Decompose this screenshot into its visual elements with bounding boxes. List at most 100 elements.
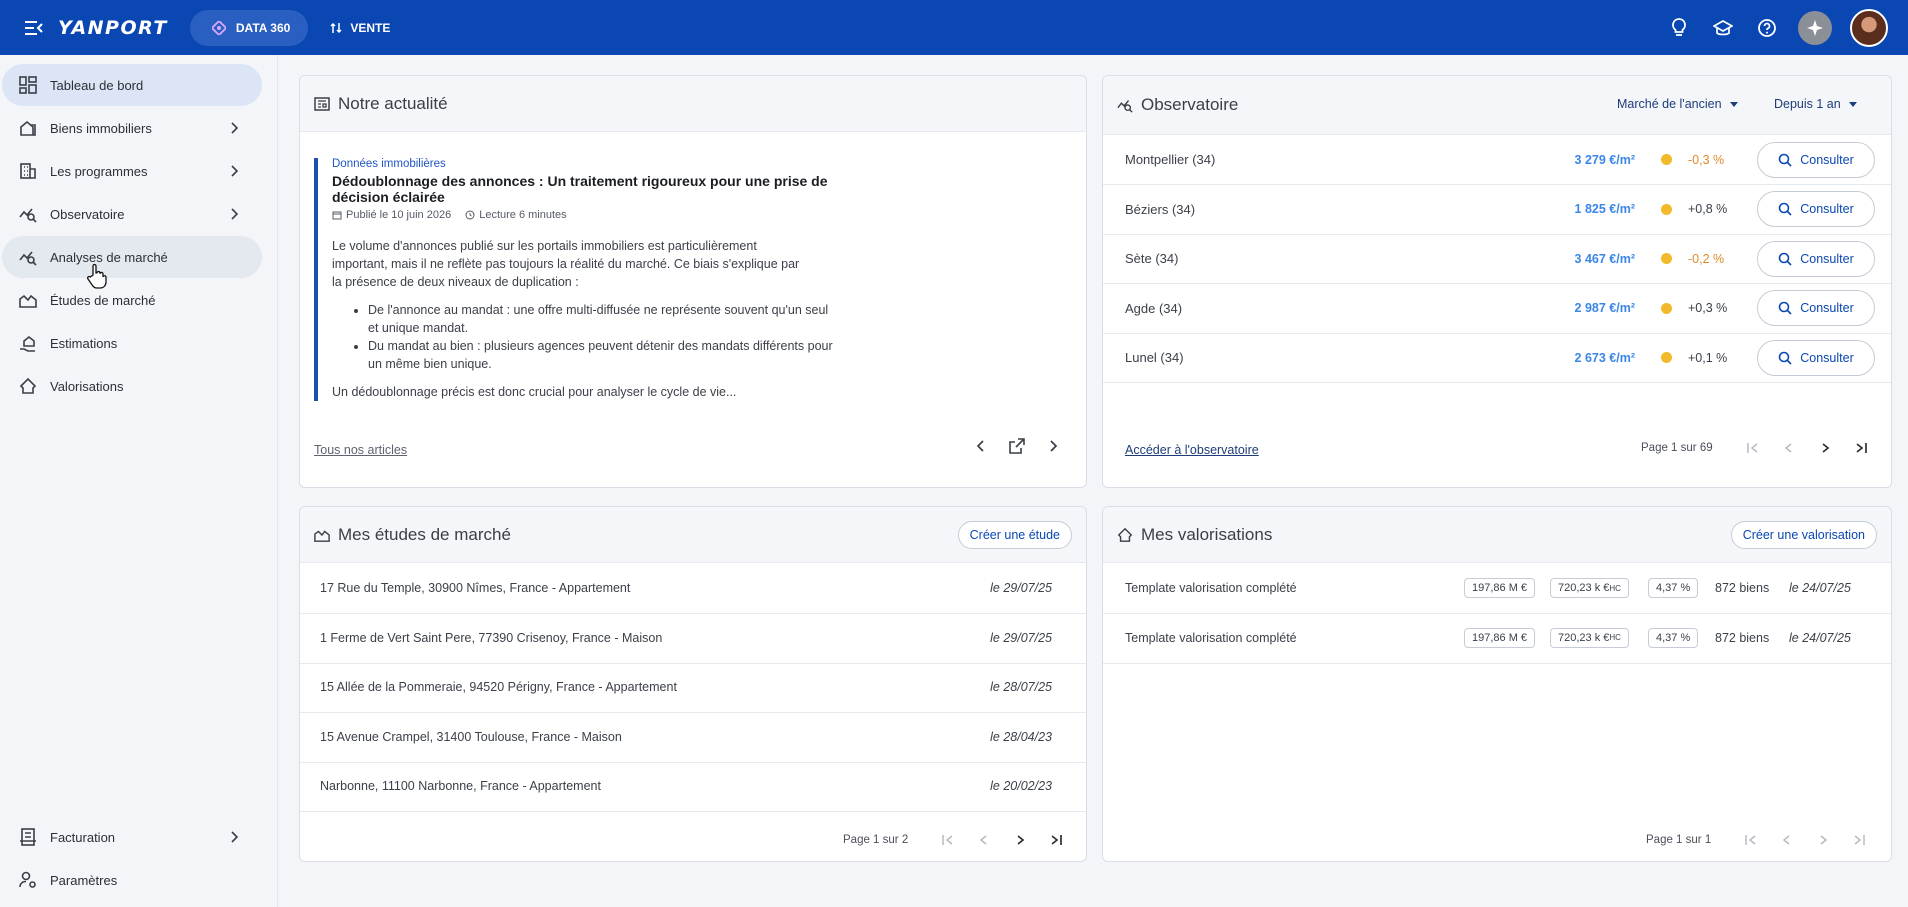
news-article[interactable]: Données immobilières Dédoublonnage des a…	[314, 158, 844, 401]
consult-button[interactable]: Consulter	[1757, 141, 1875, 178]
period-filter-value: Depuis 1 an	[1774, 97, 1841, 111]
study-address: 17 Rue du Temple, 30900 Nîmes, France - …	[320, 581, 631, 595]
price-per-m2: 2 673 €/m²	[1574, 350, 1635, 365]
sidebar-item-etudes-de-marche[interactable]: Études de marché	[2, 279, 262, 321]
sidebar-item-facturation[interactable]: Facturation	[2, 816, 262, 858]
study-row[interactable]: Narbonne, 11100 Narbonne, France - Appar…	[300, 762, 1086, 812]
prev-page-icon[interactable]	[1779, 438, 1799, 458]
study-address: 1 Ferme de Vert Saint Pere, 77390 Crisen…	[320, 630, 663, 645]
last-page-icon[interactable]	[1851, 438, 1871, 458]
sidebar-item-tableau-de-bord[interactable]: Tableau de bord	[2, 64, 262, 106]
sidebar: Tableau de bord Biens immobiliers Les pr…	[0, 55, 278, 907]
price-variation: -0,2 %	[1688, 251, 1725, 266]
ai-assistant-button[interactable]	[1798, 10, 1832, 45]
all-articles-link[interactable]: Tous nos articles	[314, 443, 407, 457]
last-page-icon[interactable]	[1046, 830, 1066, 850]
price-variation: +0,3 %	[1688, 301, 1728, 315]
article-paragraph: Un dédoublonnage précis est donc crucial…	[332, 385, 737, 399]
search-icon	[1778, 301, 1792, 315]
prev-page-icon[interactable]	[974, 830, 994, 850]
sidebar-item-parametres[interactable]: Paramètres	[2, 859, 262, 901]
study-date: le 29/07/25	[990, 581, 1052, 595]
data360-label: DATA 360	[235, 20, 291, 35]
vente-button[interactable]: VENTE	[330, 21, 390, 35]
sidebar-item-label: Biens immobiliers	[50, 120, 152, 136]
next-page-icon[interactable]	[1010, 830, 1030, 850]
price-variation: +0,1 %	[1688, 350, 1728, 365]
first-page-icon[interactable]	[938, 830, 958, 850]
study-address: Narbonne, 11100 Narbonne, France - Appar…	[320, 779, 601, 793]
create-study-button[interactable]: Créer une étude	[957, 521, 1072, 549]
consult-button[interactable]: Consulter	[1757, 290, 1875, 326]
clock-icon	[465, 210, 475, 220]
sidebar-item-label: Facturation	[50, 829, 116, 845]
data360-button[interactable]: DATA 360	[189, 9, 309, 46]
article-bullet: De l'annonce au mandat : une offre multi…	[368, 301, 838, 337]
chevron-right-icon	[231, 165, 239, 177]
study-row[interactable]: 15 Allée de la Pommeraie, 94520 Périgny,…	[300, 663, 1086, 713]
sidebar-item-biens-immobiliers[interactable]: Biens immobiliers	[2, 107, 262, 149]
last-page-icon[interactable]	[1849, 830, 1869, 850]
market-filter-dropdown[interactable]: Marché de l'ancien	[1617, 97, 1738, 111]
studies-card-title: Mes études de marché	[338, 524, 511, 544]
sidebar-item-valorisations[interactable]: Valorisations	[2, 365, 262, 407]
sidebar-item-label: Analyses de marché	[50, 249, 168, 265]
consult-button[interactable]: Consulter	[1757, 191, 1875, 227]
valuation-count: 872 biens	[1715, 630, 1770, 645]
user-avatar[interactable]	[1850, 8, 1888, 47]
search-icon	[1778, 153, 1792, 167]
data360-icon	[211, 20, 226, 35]
market-filter-value: Marché de l'ancien	[1617, 97, 1722, 111]
valuation-name: Template valorisation complété	[1125, 581, 1297, 595]
city-name: Sète (34)	[1125, 251, 1179, 266]
article-title[interactable]: Dédoublonnage des annonces : Un traiteme…	[332, 173, 844, 205]
next-page-icon[interactable]	[1815, 438, 1835, 458]
sidebar-item-estimations[interactable]: Estimations	[2, 322, 262, 364]
first-page-icon[interactable]	[1741, 830, 1761, 850]
observatory-link[interactable]: Accéder à l'observatoire	[1125, 443, 1259, 457]
period-filter-dropdown[interactable]: Depuis 1 an	[1774, 97, 1857, 111]
study-row[interactable]: 1 Ferme de Vert Saint Pere, 77390 Crisen…	[300, 614, 1086, 664]
valuation-date: le 24/07/25	[1789, 581, 1851, 595]
valuation-rate-chip: 4,37 %	[1648, 627, 1699, 648]
amount-value: 720,23 k €	[1558, 631, 1610, 644]
news-card-header: Notre actualité	[300, 76, 1086, 132]
app-logo[interactable]: YANPORT	[58, 17, 168, 39]
chevron-right-icon	[231, 208, 239, 220]
status-dot	[1661, 352, 1672, 363]
article-published: Publié le 10 juin 2026	[346, 209, 452, 221]
create-valuation-button[interactable]: Créer une valorisation	[1730, 521, 1877, 549]
menu-collapse-icon[interactable]	[22, 16, 46, 40]
first-page-icon[interactable]	[1743, 438, 1763, 458]
studies-page-label: Page 1 sur 2	[843, 834, 909, 846]
valuation-row[interactable]: Template valorisation complété 197,86 M €…	[1103, 614, 1891, 664]
study-row[interactable]: 15 Avenue Crampel, 31400 Toulouse, Franc…	[300, 713, 1086, 763]
studies-card: Mes études de marché Créer une étude 17 …	[299, 506, 1087, 862]
sidebar-item-analyses-de-marche[interactable]: Analyses de marché	[2, 236, 262, 278]
valuation-count: 872 biens	[1715, 581, 1770, 595]
sidebar-item-programmes[interactable]: Les programmes	[2, 150, 262, 192]
study-date: le 20/02/23	[990, 779, 1052, 793]
next-page-icon[interactable]	[1813, 830, 1833, 850]
sidebar-item-observatoire[interactable]: Observatoire	[2, 193, 262, 235]
study-row[interactable]: 17 Rue du Temple, 30900 Nîmes, France - …	[300, 564, 1086, 614]
article-body: Le volume d'annonces publié sur les port…	[332, 237, 844, 401]
consult-button[interactable]: Consulter	[1757, 339, 1875, 376]
valuation-row[interactable]: Template valorisation complété 197,86 M €…	[1103, 564, 1891, 614]
help-icon[interactable]	[1754, 15, 1780, 41]
consult-button[interactable]: Consulter	[1757, 240, 1875, 277]
city-name: Agde (34)	[1125, 300, 1183, 316]
sparkle-icon	[1807, 19, 1823, 36]
sidebar-item-label: Observatoire	[50, 206, 125, 222]
chevron-left-icon[interactable]	[972, 437, 990, 455]
observatory-page-label: Page 1 sur 69	[1641, 442, 1713, 454]
article-reading-time: Lecture 6 minutes	[479, 209, 567, 221]
search-icon	[1778, 252, 1792, 266]
news-card-title: Notre actualité	[338, 93, 448, 113]
prev-page-icon[interactable]	[1777, 830, 1797, 850]
graduation-cap-icon[interactable]	[1710, 15, 1736, 41]
chevron-right-icon[interactable]	[1044, 437, 1062, 455]
price-per-m2: 3 279 €/m²	[1574, 152, 1635, 167]
open-external-icon[interactable]	[1008, 437, 1026, 455]
lightbulb-icon[interactable]	[1666, 15, 1692, 41]
